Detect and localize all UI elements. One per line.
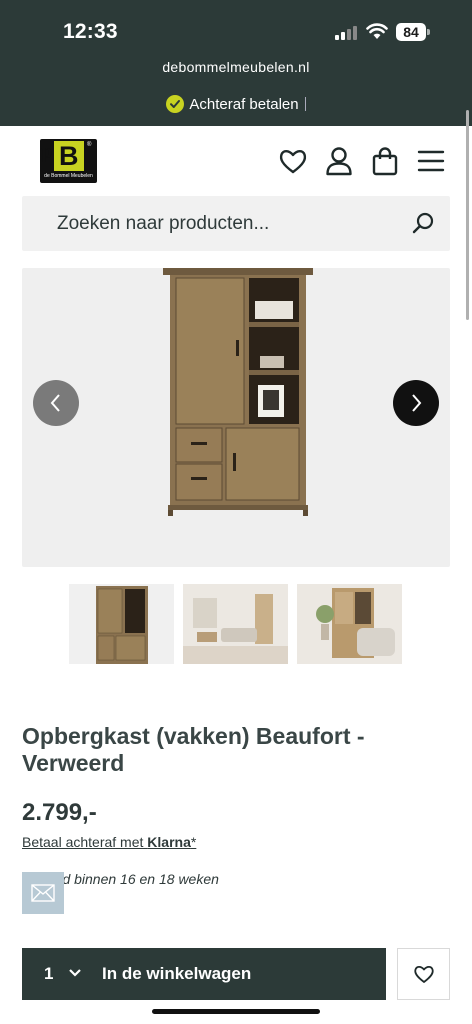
heart-icon[interactable] [278, 146, 308, 176]
thumbnail-3[interactable] [297, 584, 402, 664]
thumbnail-2[interactable] [183, 584, 288, 664]
chevron-left-icon [50, 394, 60, 412]
product-price: 2.799,- [22, 799, 97, 826]
status-time: 12:33 [63, 20, 118, 43]
product-image [163, 268, 313, 516]
search-input[interactable]: Zoeken naar producten... [57, 213, 269, 235]
battery-icon: 84 [396, 23, 430, 41]
logo-tagline: de Bommel Meubelen [44, 173, 93, 179]
add-to-cart-button[interactable]: 1 In de winkelwagen [22, 948, 386, 1000]
product-title: Opbergkast (vakken) Beaufort - Verweerd [22, 723, 365, 776]
user-icon[interactable] [324, 146, 354, 176]
mail-icon[interactable] [22, 872, 64, 914]
delivery-time: erd binnen 16 en 18 weken [50, 871, 219, 887]
klarna-suffix: * [190, 834, 197, 850]
scrollbar[interactable] [466, 110, 469, 320]
klarna-link[interactable]: Betaal achteraf met Klarna* [22, 834, 196, 850]
add-to-cart-label: In de winkelwagen [102, 964, 252, 983]
browser-chrome: 12:33 84 debommelmeubelen.nl Achteraf be… [0, 0, 472, 126]
cellular-signal-icon [335, 26, 357, 40]
wishlist-button[interactable] [397, 948, 450, 1000]
klarna-brand: Klarna [147, 834, 191, 850]
menu-icon[interactable] [416, 146, 446, 176]
chevron-right-icon [412, 394, 422, 412]
wifi-icon [366, 23, 388, 39]
search-icon[interactable] [412, 212, 434, 234]
check-icon [166, 95, 185, 113]
usp-text: Achteraf betalen [189, 95, 299, 113]
heart-icon [413, 965, 434, 983]
address-bar-domain[interactable]: debommelmeubelen.nl [0, 59, 472, 75]
search-bar[interactable]: Zoeken naar producten... [22, 196, 450, 251]
quantity-value[interactable]: 1 [44, 964, 53, 984]
thumbnail-1[interactable] [69, 584, 174, 664]
battery-level: 84 [396, 23, 426, 41]
gallery-prev-button[interactable] [33, 380, 79, 426]
bag-icon[interactable] [370, 146, 400, 176]
site-logo[interactable]: d B ® de Bommel Meubelen [40, 139, 97, 183]
usp-banner: Achteraf betalen [0, 95, 472, 113]
klarna-prefix: Betaal achteraf met [22, 834, 148, 850]
thumbnail-strip [69, 584, 409, 664]
home-indicator[interactable] [152, 1009, 320, 1014]
chevron-down-icon[interactable] [68, 968, 82, 978]
product-gallery[interactable] [22, 268, 450, 567]
gallery-next-button[interactable] [393, 380, 439, 426]
